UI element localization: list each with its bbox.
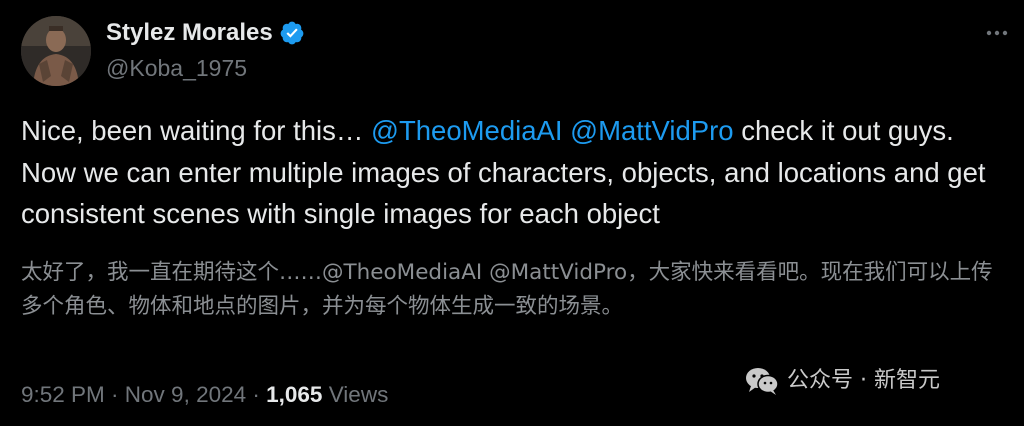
views-label: Views: [322, 382, 389, 407]
display-name-text: Stylez Morales: [106, 19, 273, 46]
watermark: 公众号 · 新智元: [745, 366, 940, 396]
tweet-text: Nice, been waiting for this… @TheoMediaA…: [21, 110, 1011, 235]
avatar[interactable]: [21, 16, 91, 86]
mention-link-mattvidpro[interactable]: @MattVidPro: [570, 115, 733, 146]
author-handle[interactable]: @Koba_1975: [106, 54, 247, 82]
meta-separator-2: ·: [246, 382, 267, 407]
tweet-date[interactable]: Nov 9, 2024: [125, 382, 246, 407]
tweet-intro: Nice, been waiting for this…: [21, 115, 372, 146]
wechat-icon: [746, 368, 779, 395]
tweet-time[interactable]: 9:52 PM: [21, 382, 105, 407]
more-options-button[interactable]: [982, 18, 1012, 48]
more-horizontal-icon: [986, 30, 1008, 36]
tweet-meta: 9:52 PM · Nov 9, 2024 · 1,065 Views: [21, 380, 388, 410]
verified-badge-icon: [279, 20, 305, 46]
watermark-text: 公众号 · 新智元: [787, 368, 940, 393]
avatar-image: [21, 16, 91, 86]
translation-text: 太好了，我一直在期待这个……@TheoMediaAI @MattVidPro，大…: [21, 260, 993, 319]
views-count: 1,065: [266, 382, 323, 407]
display-name[interactable]: Stylez Morales: [106, 18, 305, 48]
meta-separator: ·: [104, 382, 125, 407]
mention-link-theomediaai[interactable]: @TheoMediaAI: [371, 115, 562, 146]
